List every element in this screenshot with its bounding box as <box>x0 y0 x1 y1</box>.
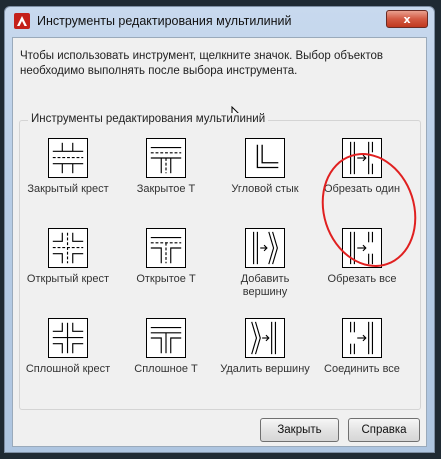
tool-label: Закрытое Т <box>136 183 196 195</box>
help-button[interactable]: Справка <box>348 418 420 442</box>
open-cross-icon <box>48 228 88 268</box>
autocad-app-icon <box>14 13 30 29</box>
tool-label: Открытый крест <box>26 273 110 285</box>
tool-label: Добавить вершину <box>240 273 290 298</box>
tool-merged-tee[interactable]: Сплошное Т <box>121 318 211 376</box>
tool-label: Угловой стык <box>231 183 299 195</box>
tool-label: Сплошной крест <box>25 363 111 375</box>
tool-open-cross[interactable]: Открытый крест <box>23 228 113 286</box>
delete-vertex-icon <box>245 318 285 358</box>
closed-cross-icon <box>48 138 88 178</box>
add-vertex-icon <box>245 228 285 268</box>
close-button[interactable]: Закрыть <box>260 418 339 442</box>
tool-closed-tee[interactable]: Закрытое Т <box>121 138 211 196</box>
weld-all-icon <box>342 318 382 358</box>
title-bar[interactable]: Инструменты редактирования мультилиний x <box>5 7 434 35</box>
tool-weld-all[interactable]: Соединить все <box>317 318 407 376</box>
window-title: Инструменты редактирования мультилиний <box>37 14 292 28</box>
tool-label: Сплошное Т <box>134 363 198 375</box>
merged-cross-icon <box>48 318 88 358</box>
tool-delete-vertex[interactable]: Удалить вершину <box>220 318 310 376</box>
tool-open-tee[interactable]: Открытое Т <box>121 228 211 286</box>
tool-label: Открытое Т <box>136 273 196 285</box>
open-tee-icon <box>146 228 186 268</box>
instruction-text: Чтобы использовать инструмент, щелкните … <box>20 50 383 77</box>
tool-label: Закрытый крест <box>27 183 109 195</box>
corner-joint-icon <box>245 138 285 178</box>
tool-label: Соединить все <box>324 363 400 375</box>
tool-corner-joint[interactable]: Угловой стык <box>220 138 310 196</box>
closed-tee-icon <box>146 138 186 178</box>
tools-group-title: Инструменты редактирования мультилиний <box>28 113 269 125</box>
merged-tee-icon <box>146 318 186 358</box>
tool-add-vertex[interactable]: Добавить вершину <box>220 228 310 299</box>
tool-closed-cross[interactable]: Закрытый крест <box>23 138 113 196</box>
tool-label: Удалить вершину <box>220 363 310 375</box>
close-icon: x <box>403 12 411 26</box>
tool-label: Обрезать все <box>327 273 397 285</box>
window-close-button[interactable]: x <box>386 10 428 28</box>
tool-merged-cross[interactable]: Сплошной крест <box>23 318 113 376</box>
